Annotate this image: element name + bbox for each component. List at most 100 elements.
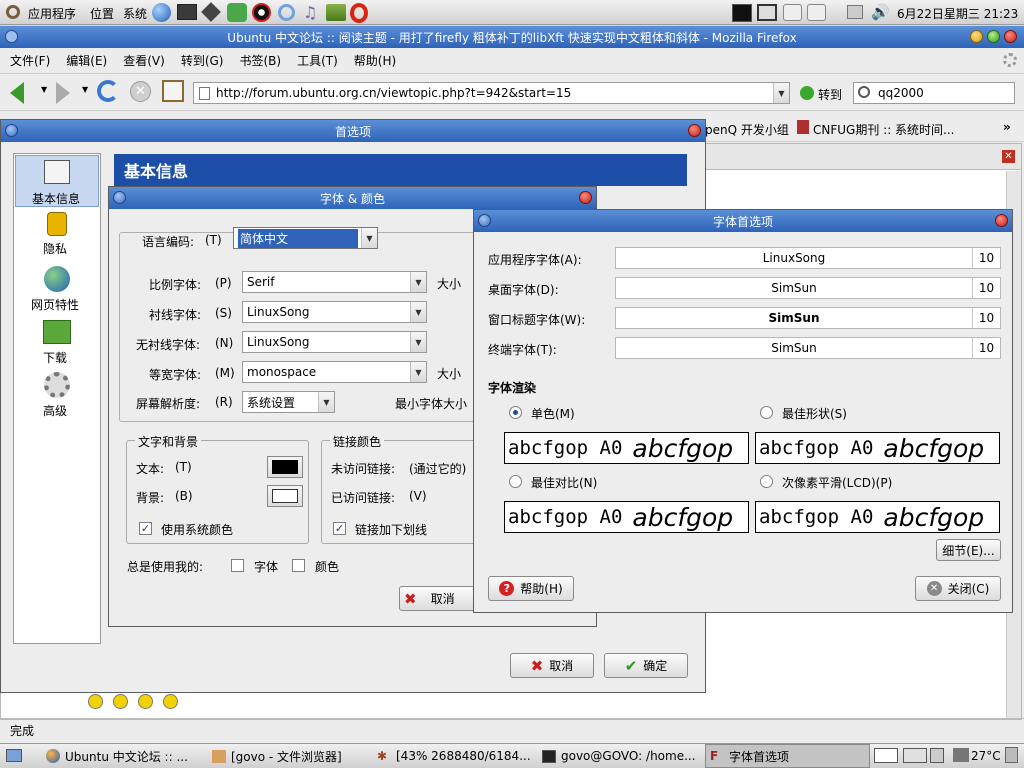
music-launcher-icon[interactable]: ♫ [303, 3, 321, 22]
font-prefs-close-icon[interactable] [995, 214, 1008, 227]
font-prefs-titlebar[interactable]: 字体首选项 [474, 210, 1012, 232]
workspace-switcher-icon[interactable] [874, 748, 898, 763]
home-icon[interactable] [162, 80, 184, 102]
help-button[interactable]: ? 帮助(H) [488, 576, 574, 601]
back-icon[interactable] [10, 82, 24, 104]
terminal-launcher-icon[interactable] [177, 4, 197, 20]
bookmark-cnfug[interactable]: CNFUG期刊 :: 系统时间... [813, 121, 955, 138]
go-button[interactable]: 转到 [818, 86, 842, 103]
notes2-icon[interactable] [807, 4, 826, 21]
menu-go[interactable]: 转到(G) [181, 52, 224, 69]
taskbar-item-filebrowser[interactable]: [govo - 文件浏览器] [208, 744, 368, 768]
fonts-colors-menu-icon[interactable] [113, 191, 126, 204]
sidebar-item-general[interactable]: 基本信息 [15, 155, 99, 207]
dropdown-icon[interactable]: ▼ [410, 332, 426, 352]
diamond-launcher-icon[interactable] [201, 2, 221, 22]
taskbar-item-firefox[interactable]: Ubuntu 中文论坛 :: ... [42, 744, 207, 768]
reload-icon[interactable] [97, 80, 119, 102]
title-font-button[interactable]: SimSun 10 [615, 307, 1001, 329]
use-system-colors-checkbox[interactable]: ✓ [139, 522, 152, 535]
search-launcher-icon[interactable] [278, 4, 295, 21]
menu-places[interactable]: 位置 [90, 5, 114, 22]
bg-color-swatch[interactable] [267, 485, 303, 507]
dropdown-icon[interactable]: ▼ [410, 362, 426, 382]
menu-bookmarks[interactable]: 书签(B) [239, 52, 281, 69]
terminal-font-button[interactable]: SimSun 10 [615, 337, 1001, 359]
best-contrast-radio[interactable] [509, 475, 522, 488]
preferences-cancel-button[interactable]: ✖ 取消 [510, 653, 594, 678]
bookmark-openq[interactable]: penQ 开发小组 [705, 121, 789, 138]
taskbar-item-download[interactable]: ✱ [43% 2688480/6184... [373, 744, 535, 768]
subpixel-radio[interactable] [760, 475, 773, 488]
best-shapes-radio[interactable] [760, 406, 773, 419]
maximize-icon[interactable] [987, 30, 1000, 43]
app-font-button[interactable]: LinuxSong 10 [615, 247, 1001, 269]
dropdown-icon[interactable]: ▼ [318, 392, 334, 412]
fonts-colors-close-icon[interactable] [579, 191, 592, 204]
fonts-colors-titlebar[interactable]: 字体 & 颜色 [109, 187, 596, 209]
sans-font-select[interactable]: LinuxSong ▼ [242, 331, 427, 353]
menu-tools[interactable]: 工具(T) [297, 52, 338, 69]
best-contrast-sample[interactable]: abcfgop A0 abcfgop [504, 501, 749, 533]
menu-file[interactable]: 文件(F) [10, 52, 50, 69]
always-use-colors-checkbox[interactable] [292, 559, 305, 572]
serif-font-select[interactable]: LinuxSong ▼ [242, 301, 427, 323]
preferences-close-icon[interactable] [688, 124, 701, 137]
book-launcher-icon[interactable] [326, 4, 346, 21]
firefox-titlebar[interactable]: Ubuntu 中文论坛 :: 阅读主题 - 用打了firefly 粗体补丁的li… [0, 26, 1024, 48]
close-button[interactable]: ✕ 关闭(C) [915, 576, 1001, 601]
window-menu-icon[interactable] [5, 30, 18, 43]
details-button[interactable]: 细节(E)... [936, 539, 1001, 561]
monochrome-radio[interactable] [509, 406, 522, 419]
font-prefs-menu-icon[interactable] [478, 214, 491, 227]
network-icon[interactable] [757, 4, 777, 21]
tab-close-icon[interactable]: ✕ [1002, 150, 1015, 163]
best-shapes-sample[interactable]: abcfgop A0 abcfgop [755, 432, 1000, 464]
monospace-font-select[interactable]: monospace ▼ [242, 361, 427, 383]
stop-icon[interactable]: ✕ [130, 81, 151, 102]
bookmarks-overflow-icon[interactable]: » [1003, 120, 1011, 134]
qq-launcher-icon[interactable] [252, 3, 271, 22]
encoding-dropdown-icon[interactable]: ▼ [361, 228, 377, 248]
preferences-titlebar[interactable]: 首选项 [1, 120, 705, 142]
sidebar-item-downloads[interactable]: 下载 [15, 318, 99, 370]
notes-icon[interactable] [783, 4, 802, 21]
proportional-font-select[interactable]: Serif ▼ [242, 271, 427, 293]
back-dropdown-icon[interactable]: ▼ [41, 85, 47, 94]
menu-edit[interactable]: 编辑(E) [66, 52, 107, 69]
menu-applications[interactable]: 应用程序 [28, 5, 76, 22]
menu-system[interactable]: 系统 [123, 5, 147, 22]
forward-dropdown-icon[interactable]: ▼ [82, 85, 88, 94]
ubuntu-logo-icon[interactable] [6, 5, 20, 19]
trash-icon[interactable] [1005, 747, 1018, 763]
encoding-select[interactable]: 简体中文 ▼ [233, 227, 378, 249]
underline-links-checkbox[interactable]: ✓ [333, 522, 346, 535]
search-icon[interactable] [858, 86, 870, 98]
preferences-ok-button[interactable]: ✔ 确定 [604, 653, 688, 678]
sidebar-item-privacy[interactable]: 隐私 [15, 210, 99, 262]
go-icon[interactable] [800, 86, 814, 100]
taskbar-item-font-prefs[interactable]: F 字体首选项 [705, 744, 870, 768]
sidebar-item-advanced[interactable]: 高级 [15, 370, 99, 422]
menu-help[interactable]: 帮助(H) [354, 52, 396, 69]
search-field[interactable]: qq2000 [853, 82, 1015, 104]
taskbar-item-terminal[interactable]: govo@GOVO: /home... [538, 744, 703, 768]
always-use-fonts-checkbox[interactable] [231, 559, 244, 572]
printer-icon[interactable] [847, 5, 863, 19]
text-color-swatch[interactable] [267, 456, 303, 478]
workspace-switcher3-icon[interactable] [930, 748, 944, 763]
url-dropdown-icon[interactable]: ▼ [773, 83, 789, 103]
resolution-select[interactable]: 系统设置 ▼ [242, 391, 335, 413]
menu-view[interactable]: 查看(V) [123, 52, 165, 69]
desktop-font-button[interactable]: SimSun 10 [615, 277, 1001, 299]
minimize-icon[interactable] [970, 30, 983, 43]
sidebar-item-webfeatures[interactable]: 网页特性 [15, 264, 99, 316]
workspace-switcher2-icon[interactable] [903, 748, 927, 763]
volume-icon[interactable]: 🔊 [871, 3, 890, 21]
monochrome-sample[interactable]: abcfgop A0 abcfgop [504, 432, 749, 464]
globe-launcher-icon[interactable] [152, 3, 171, 22]
dropdown-icon[interactable]: ▼ [410, 302, 426, 322]
show-desktop-icon[interactable] [6, 749, 22, 762]
url-field[interactable]: http://forum.ubuntu.org.cn/viewtopic.php… [193, 82, 790, 104]
forward-icon[interactable] [56, 82, 70, 104]
